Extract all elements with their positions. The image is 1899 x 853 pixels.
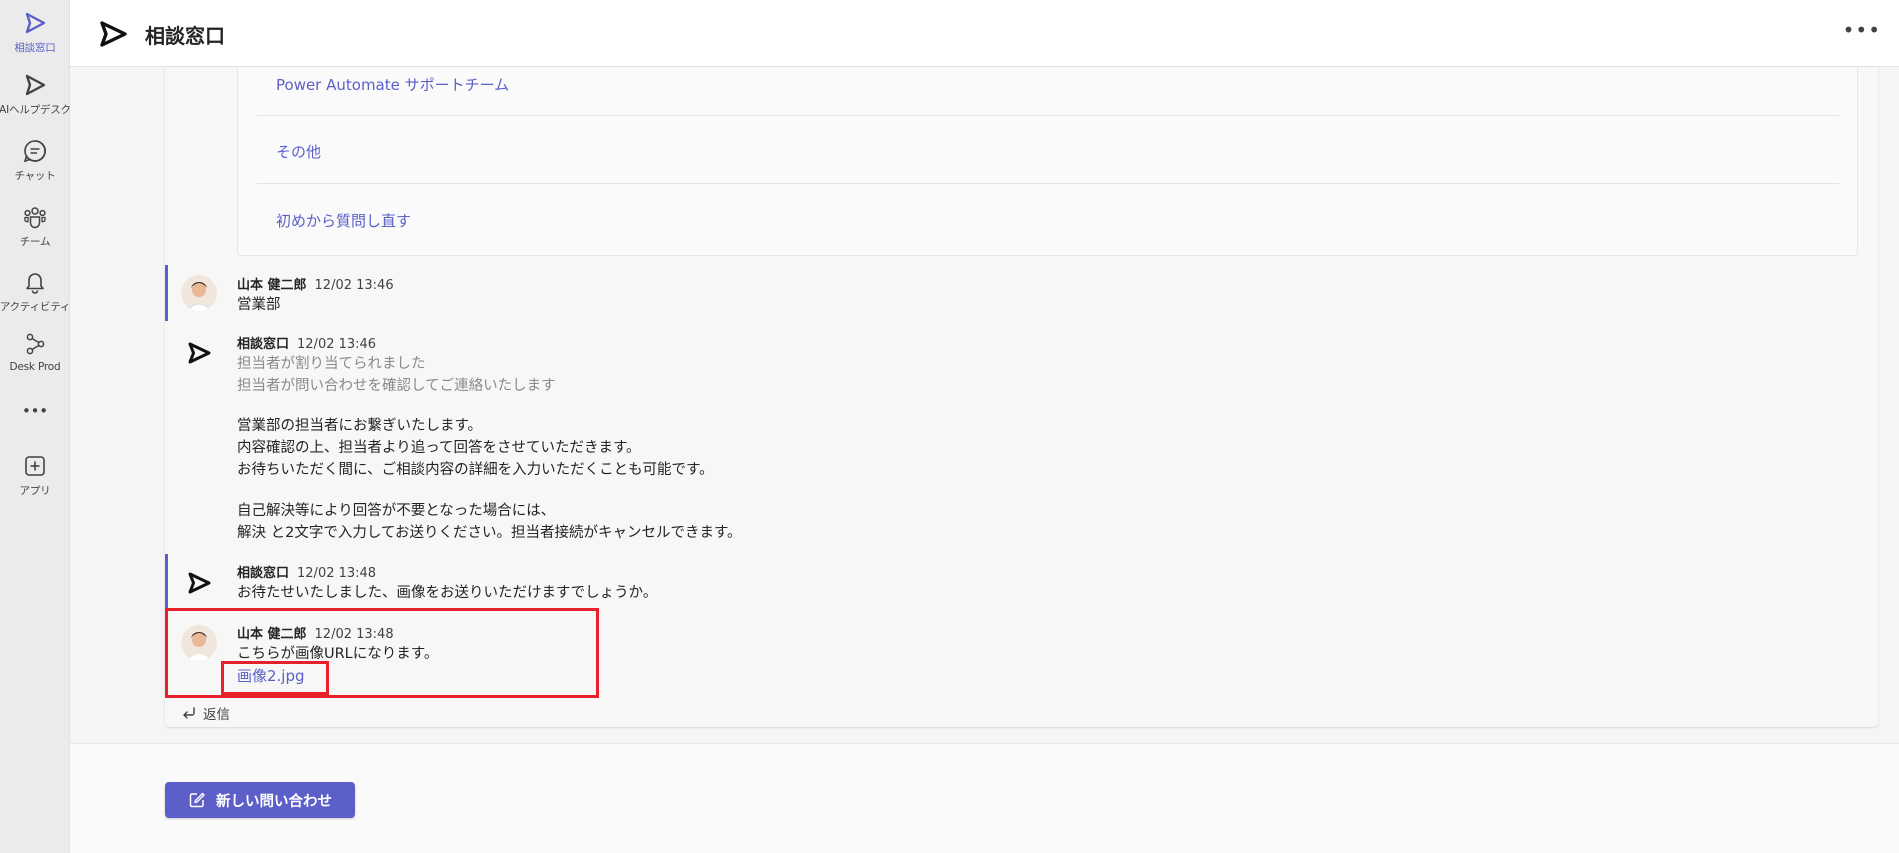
- add-apps-icon: [25, 456, 45, 476]
- message-meta: 山本 健二郎 12/02 13:48: [237, 623, 394, 642]
- message-thread: Power Automate サポートチーム その他 初めから質問し直す 山本 …: [165, 67, 1878, 727]
- message-text: 営業部: [237, 297, 281, 313]
- reply-label: 返信: [203, 707, 230, 723]
- teams-icon: [24, 207, 46, 229]
- reply-icon: [183, 707, 195, 719]
- sender-name: 山本 健二郎: [237, 278, 307, 293]
- rail-label: チーム: [19, 236, 51, 248]
- status-text: 担当者が割り当てられました: [237, 356, 426, 372]
- app-rail: 相談窓口 AIヘルプデスク チャット チーム アクティビティ Desk Prod…: [0, 0, 71, 853]
- rail-label: 相談窓口: [14, 42, 56, 54]
- attachment-link[interactable]: 画像2.jpg: [237, 665, 305, 686]
- message-meta: 相談窓口 12/02 13:46: [237, 333, 376, 352]
- conversation-area: Power Automate サポートチーム その他 初めから質問し直す 山本 …: [70, 67, 1899, 743]
- rail-label: アクティビティ: [0, 301, 71, 313]
- send-arrow-icon: [188, 572, 211, 594]
- send-arrow-icon: [25, 74, 46, 96]
- rail-label: アプリ: [19, 485, 51, 497]
- option-label: Power Automate サポートチーム: [276, 76, 510, 94]
- sender-name: 山本 健二郎: [237, 627, 307, 642]
- new-inquiry-button[interactable]: 新しい問い合わせ: [165, 782, 355, 818]
- status-text: 担当者が問い合わせを確認してご連絡いたします: [237, 378, 556, 394]
- chat-icon: [23, 140, 46, 163]
- more-options-icon[interactable]: •••: [1843, 18, 1881, 42]
- message-text: 営業部の担当者にお繋ぎいたします。: [237, 418, 483, 434]
- timestamp: 12/02 13:48: [314, 627, 394, 642]
- message-text: こちらが画像URLになります。: [237, 646, 439, 662]
- rail-item-desk-prod[interactable]: Desk Prod: [0, 325, 70, 385]
- rail-item-apps[interactable]: アプリ: [0, 447, 70, 507]
- avatar: [181, 275, 217, 311]
- message-text: お待たせいたしました、画像をお送りいただけますでしょうか。: [237, 585, 658, 601]
- option-other[interactable]: その他: [257, 116, 1839, 184]
- option-label: 初めから質問し直す: [276, 212, 412, 230]
- new-inquiry-label: 新しい問い合わせ: [216, 793, 332, 810]
- flow-icon: [26, 333, 45, 355]
- rail-item-chat[interactable]: チャット: [0, 132, 70, 192]
- bot-avatar: [181, 335, 217, 371]
- message-text: 内容確認の上、担当者より追って回答をさせていただきます。: [237, 440, 641, 456]
- composer-footer: 新しい問い合わせ: [70, 743, 1899, 853]
- message-meta: 山本 健二郎 12/02 13:46: [237, 274, 394, 293]
- message-meta: 相談窓口 12/02 13:48: [237, 562, 376, 581]
- message-text: 自己解決等により回答が不要となった場合には、: [237, 503, 556, 519]
- reply-button[interactable]: 返信: [181, 703, 230, 723]
- sender-name: 相談窓口: [237, 337, 290, 352]
- send-arrow-icon: [100, 21, 127, 47]
- option-power-automate[interactable]: Power Automate サポートチーム: [257, 67, 1839, 116]
- app-header: 相談窓口 •••: [70, 0, 1899, 67]
- page-title: 相談窓口: [145, 24, 225, 48]
- rail-label: チャット: [14, 170, 56, 182]
- option-label: その他: [276, 143, 322, 161]
- option-restart[interactable]: 初めから質問し直す: [257, 184, 1839, 254]
- bot-avatar: [181, 565, 217, 601]
- send-arrow-icon: [25, 12, 46, 34]
- message-bot: 相談窓口 12/02 13:48 お待たせいたしました、画像をお送りいただけますで…: [165, 554, 1878, 610]
- message-user: 山本 健二郎 12/02 13:48 こちらが画像URLになります。 画像2.jp…: [165, 615, 1878, 699]
- rail-label: Desk Prod: [9, 361, 61, 373]
- message-user: 山本 健二郎 12/02 13:46 営業部: [165, 265, 1878, 321]
- avatar: [181, 625, 217, 661]
- compose-icon: [189, 792, 205, 808]
- timestamp: 12/02 13:46: [297, 337, 377, 352]
- rail-item-teams[interactable]: チーム: [0, 198, 70, 258]
- more-icon: •••: [22, 402, 48, 420]
- rail-item-ai-helpdesk[interactable]: AIヘルプデスク: [0, 66, 71, 126]
- choice-card: Power Automate サポートチーム その他 初めから質問し直す: [237, 67, 1858, 256]
- rail-item-soudan[interactable]: 相談窓口: [0, 4, 70, 64]
- send-arrow-icon: [188, 342, 211, 364]
- bell-icon: [26, 273, 44, 294]
- sender-name: 相談窓口: [237, 566, 290, 581]
- rail-label: AIヘルプデスク: [0, 104, 71, 116]
- timestamp: 12/02 13:46: [314, 278, 394, 293]
- message-text: お待ちいただく間に、ご相談内容の詳細を入力いただくことも可能です。: [237, 462, 714, 478]
- message-text: 解決 と2文字で入力してお送りください。担当者接続がキャンセルできます。: [237, 525, 742, 541]
- rail-item-activity[interactable]: アクティビティ: [0, 263, 70, 323]
- timestamp: 12/02 13:48: [297, 566, 377, 581]
